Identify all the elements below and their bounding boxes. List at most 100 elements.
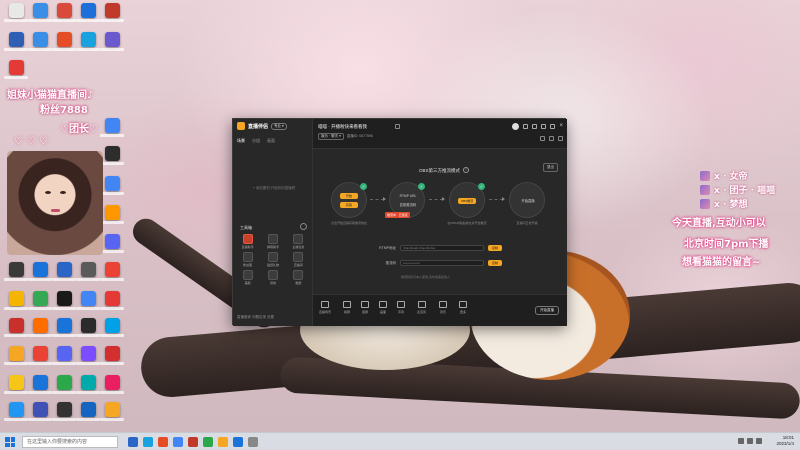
clock[interactable]: 18:01 2023/1/4	[776, 435, 794, 447]
mic-button[interactable]: 麦克风	[417, 301, 426, 314]
desktop-app-icon[interactable]	[28, 375, 52, 394]
screenshot-icon[interactable]	[540, 136, 545, 141]
desktop-app-icon[interactable]	[52, 346, 76, 365]
edit-title-icon[interactable]	[395, 124, 400, 129]
scene-button[interactable]: 直播场景	[319, 301, 331, 314]
desktop-app-icon[interactable]	[76, 32, 100, 51]
desktop-app-icon[interactable]	[100, 262, 124, 281]
tool-room[interactable]: 直播间	[286, 252, 311, 267]
tool-data[interactable]: 数据	[286, 270, 311, 285]
tool-fans[interactable]: 粉丝团	[235, 252, 260, 267]
avatar-icon[interactable]	[512, 123, 520, 130]
category-chip[interactable]: 娱乐 · 聊天 ▾	[318, 133, 344, 140]
desktop-app-icon[interactable]	[4, 32, 28, 51]
exit-mode-button[interactable]: 退出	[543, 163, 558, 172]
desktop-app-icon[interactable]	[28, 32, 52, 51]
copy-rtmp-button[interactable]: 复制	[488, 245, 502, 251]
desktop-app-icon[interactable]	[100, 291, 124, 310]
taskbar-app-icon[interactable]	[203, 437, 213, 447]
taskbar-search-input[interactable]: 在这里输入你要搜索的内容	[22, 436, 118, 448]
desktop-app-icon[interactable]	[52, 262, 76, 281]
taskbar-app-icon[interactable]	[158, 437, 168, 447]
desktop-app-icon[interactable]	[52, 3, 76, 22]
desktop-app-icon[interactable]	[76, 291, 100, 310]
tab-groups[interactable]: 分组	[252, 138, 260, 144]
volume-icon[interactable]	[747, 438, 753, 444]
desktop-app-icon[interactable]	[100, 318, 124, 337]
tool-sound[interactable]: 音效	[260, 270, 285, 285]
tool-beauty[interactable]: 美颜	[235, 270, 260, 285]
copy-key-button[interactable]: 复制	[488, 260, 502, 266]
tab-scenes[interactable]: 场景	[237, 138, 245, 144]
share-icon[interactable]	[558, 136, 563, 141]
help-icon[interactable]: ?	[463, 167, 469, 173]
desktop-app-icon[interactable]	[4, 3, 28, 22]
desktop-app-icon[interactable]	[28, 318, 52, 337]
start-live-button[interactable]: 开始直播	[535, 306, 559, 315]
desktop-app-icon[interactable]	[76, 262, 100, 281]
desktop-app-icon[interactable]	[76, 3, 100, 22]
version-dropdown[interactable]: 专业 ▾	[271, 122, 287, 130]
desktop-app-icon[interactable]	[4, 291, 28, 310]
taskbar-app-icon[interactable]	[173, 437, 183, 447]
stream-key-field[interactable]: ••••••••••••••••	[400, 260, 484, 266]
desktop-app-icon[interactable]	[28, 3, 52, 22]
desktop-app-icon[interactable]	[4, 60, 28, 79]
fullscreen-icon[interactable]	[549, 136, 554, 141]
close-icon[interactable]: ×	[559, 123, 563, 129]
desktop-app-icon[interactable]	[4, 318, 28, 337]
skin-icon[interactable]	[523, 124, 529, 129]
desktop-app-icon[interactable]	[4, 402, 28, 421]
mail-icon[interactable]	[532, 124, 538, 129]
tool-gifts[interactable]: 贴纸礼物	[260, 252, 285, 267]
desktop-app-icon[interactable]	[100, 346, 124, 365]
desktop-app-icon[interactable]	[52, 402, 76, 421]
step-1-button-b[interactable]: 获取	[340, 202, 358, 208]
portrait-button[interactable]: 竖屏	[361, 301, 369, 314]
taskbar-app-icon[interactable]	[128, 437, 138, 447]
desktop-app-icon[interactable]	[28, 402, 52, 421]
desktop-app-icon[interactable]	[52, 318, 76, 337]
desktop-app-icon[interactable]	[4, 375, 28, 394]
desktop-app-icon[interactable]	[28, 346, 52, 365]
desktop-app-icon[interactable]	[100, 375, 124, 394]
minimize-icon[interactable]	[550, 124, 556, 129]
desktop-app-icon[interactable]	[76, 346, 100, 365]
music-button[interactable]: 音乐	[439, 301, 447, 314]
desktop-app-icon[interactable]	[100, 3, 124, 22]
windows-start-icon[interactable]	[5, 437, 15, 447]
desktop-app-icon[interactable]	[76, 375, 100, 394]
taskbar-app-icon[interactable]	[188, 437, 198, 447]
taskbar-app-icon[interactable]	[233, 437, 243, 447]
toolbox-settings-icon[interactable]	[300, 223, 307, 230]
desktop-app-icon[interactable]	[100, 176, 124, 195]
desktop-app-icon[interactable]	[76, 402, 100, 421]
desktop-app-icon[interactable]	[100, 205, 124, 224]
sound-button[interactable]: 声音	[397, 301, 405, 314]
desktop-app-icon[interactable]	[100, 234, 124, 253]
scene-hint[interactable]: + 添加素材 开始你的直播吧	[241, 186, 307, 191]
desktop-app-icon[interactable]	[52, 32, 76, 51]
menu-icon[interactable]	[541, 124, 547, 129]
desktop-app-icon[interactable]	[100, 402, 124, 421]
desktop-app-icon[interactable]	[100, 146, 124, 165]
desktop-app-icon[interactable]	[4, 346, 28, 365]
step-3-button[interactable]: OBS推流	[458, 198, 476, 204]
desktop-app-icon[interactable]	[52, 375, 76, 394]
taskbar-app-icon[interactable]	[143, 437, 153, 447]
stream-title[interactable]: 喵喵 · 开播啦快来看看我	[318, 124, 367, 130]
more-button[interactable]: 更多	[459, 301, 467, 314]
desktop-app-icon[interactable]	[100, 118, 124, 137]
landscape-button[interactable]: 横屏	[343, 301, 351, 314]
tab-canvas[interactable]: 画面	[267, 138, 275, 144]
desktop-app-icon[interactable]	[4, 262, 28, 281]
desktop-app-icon[interactable]	[76, 318, 100, 337]
taskbar-app-icon[interactable]	[248, 437, 258, 447]
step-1-button-a[interactable]: 开始	[340, 193, 358, 199]
network-icon[interactable]	[738, 438, 744, 444]
tool-tasks[interactable]: 主播任务	[286, 234, 311, 249]
sidebar-footer-links[interactable]: 直播管家 问题反馈 设置	[237, 315, 274, 320]
desktop-app-icon[interactable]	[28, 262, 52, 281]
rtmp-field[interactable]: rtmp://push-rtmp-l11.live	[400, 245, 484, 251]
canvas-button[interactable]: 画面	[379, 301, 387, 314]
